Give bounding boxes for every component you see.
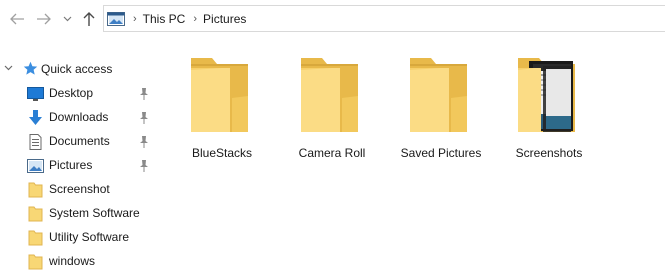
sidebar-item-utility-software[interactable]: Utility Software [0, 226, 152, 250]
sidebar-item-label: Utility Software [49, 230, 130, 244]
breadcrumb-pictures[interactable]: Pictures [203, 12, 246, 26]
sidebar-item-system-software[interactable]: System Software [0, 202, 152, 226]
quick-access-label: Quick access [41, 62, 113, 76]
folder-icon [301, 58, 358, 132]
folder-with-thumbnails-icon [518, 58, 575, 132]
sidebar-item-label: windows [49, 254, 96, 268]
sidebar-item-label: System Software [49, 206, 140, 220]
sidebar-item-downloads[interactable]: Downloads [0, 106, 152, 130]
file-view: BlueStacks Camera Roll Saved Pictures Sc… [160, 56, 665, 276]
pictures-icon [27, 159, 44, 173]
folder-item[interactable]: Saved Pictures [391, 56, 491, 166]
desktop-icon [27, 87, 44, 101]
arrow-right-icon [37, 13, 51, 25]
breadcrumb-this-pc[interactable]: This PC [143, 12, 186, 26]
star-icon [23, 61, 38, 75]
folder-icon [410, 58, 467, 132]
quick-access-header[interactable]: Quick access [0, 56, 152, 80]
sidebar-item-pictures[interactable]: Pictures [0, 154, 152, 178]
sidebar-item-label: Desktop [49, 86, 94, 100]
back-button[interactable] [8, 9, 26, 29]
up-button[interactable] [80, 9, 98, 29]
navigation-bar: › This PC › Pictures [0, 0, 665, 36]
recent-locations-button[interactable] [61, 9, 73, 29]
folder-item[interactable]: Camera Roll [282, 56, 382, 166]
forward-button[interactable] [35, 9, 53, 29]
sidebar-item-desktop[interactable]: Desktop [0, 82, 152, 106]
download-icon [29, 110, 42, 125]
folder-item[interactable]: Screenshots [499, 56, 599, 166]
sidebar-item-label: Screenshot [49, 182, 110, 196]
folder-label: Camera Roll [298, 146, 366, 160]
pin-icon[interactable] [138, 87, 150, 101]
folder-label: Saved Pictures [400, 146, 482, 160]
arrow-up-icon [83, 12, 95, 26]
arrow-left-icon [10, 13, 24, 25]
navigation-pane: Quick access Desktop Downloads Documents… [0, 56, 152, 276]
pin-icon[interactable] [138, 111, 150, 125]
folder-label: BlueStacks [191, 146, 253, 160]
folder-item[interactable]: BlueStacks [172, 56, 272, 166]
breadcrumb-separator-icon[interactable]: › [133, 13, 137, 25]
breadcrumb-separator-icon[interactable]: › [193, 13, 197, 25]
folder-icon [191, 58, 248, 132]
pin-icon[interactable] [138, 159, 150, 173]
folder-icon [28, 206, 43, 222]
chevron-down-icon[interactable] [4, 65, 13, 71]
sidebar-item-label: Downloads [49, 110, 109, 124]
folder-icon [28, 230, 43, 246]
address-bar[interactable]: › This PC › Pictures [103, 5, 665, 32]
folder-icon [28, 182, 43, 198]
sidebar-item-screenshot[interactable]: Screenshot [0, 178, 152, 202]
pin-icon[interactable] [138, 135, 150, 149]
folder-label: Screenshots [515, 146, 583, 160]
sidebar-item-label: Pictures [49, 158, 93, 172]
documents-icon [29, 134, 42, 150]
folder-icon [28, 254, 43, 270]
sidebar-item-windows[interactable]: windows [0, 250, 152, 274]
pictures-location-icon [107, 11, 125, 26]
sidebar-item-documents[interactable]: Documents [0, 130, 152, 154]
chevron-down-icon [63, 16, 71, 22]
sidebar-item-label: Documents [49, 134, 110, 148]
